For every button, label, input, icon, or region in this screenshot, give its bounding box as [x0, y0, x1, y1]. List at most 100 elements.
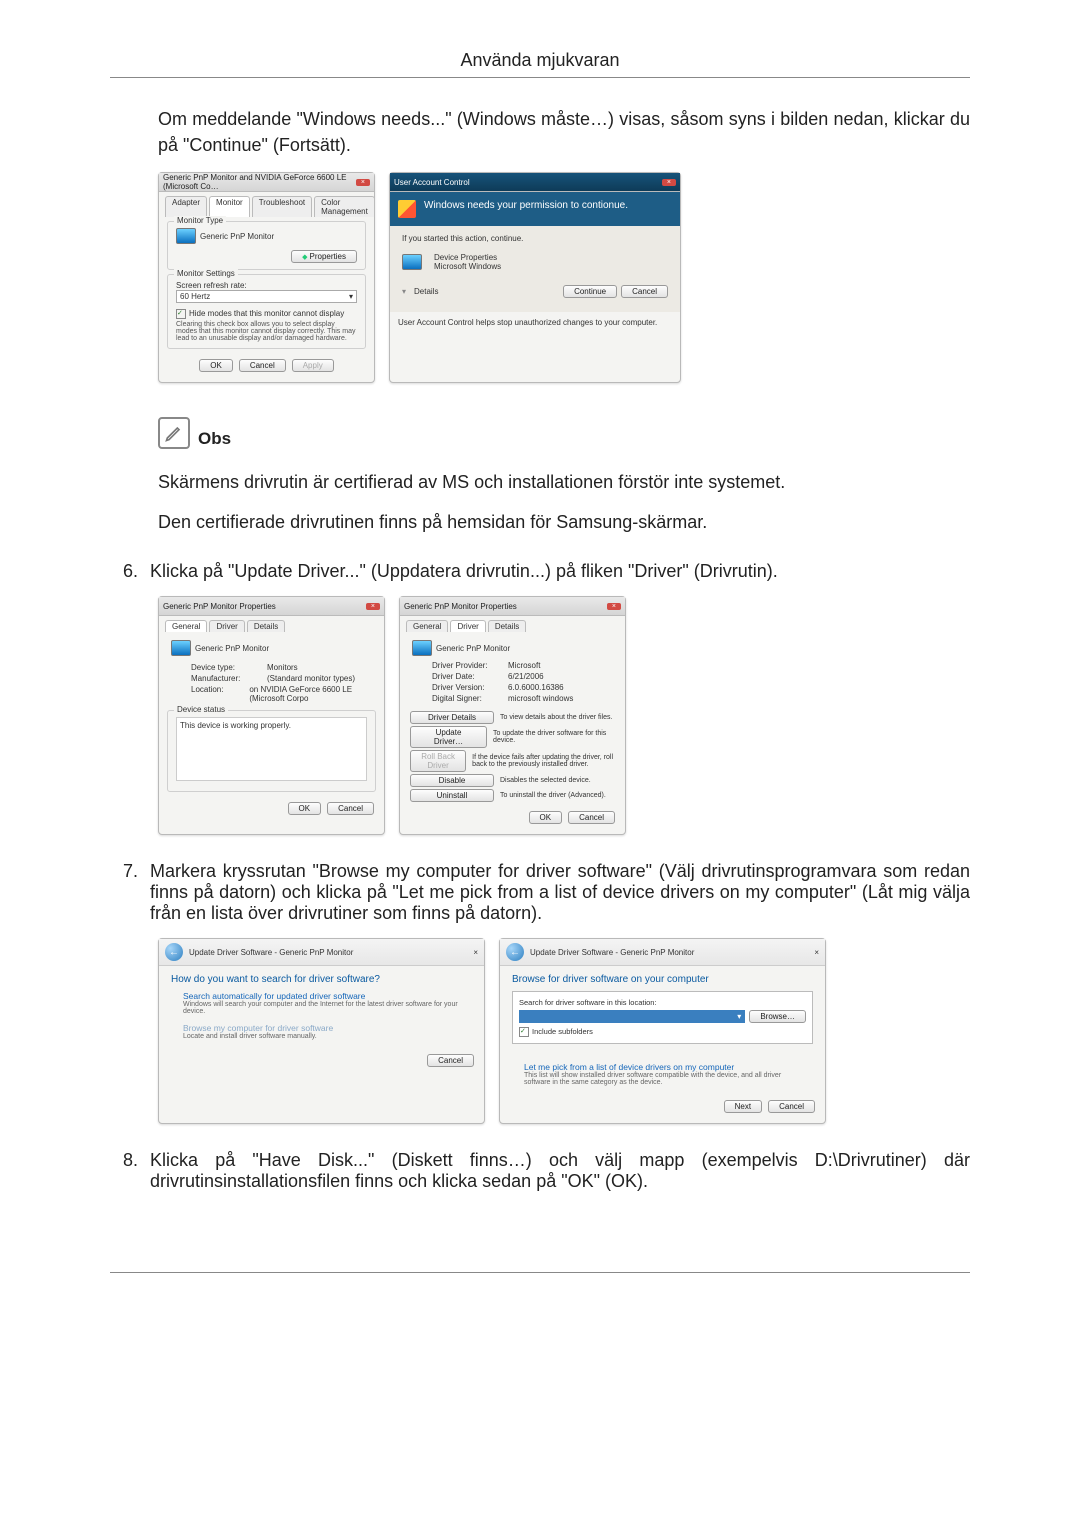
cancel-button[interactable]: Cancel: [327, 802, 374, 815]
tab-general[interactable]: General: [406, 620, 448, 632]
refresh-value: 60 Hertz: [180, 292, 210, 301]
monitor-name: Generic PnP Monitor: [195, 644, 269, 653]
tabs: Adapter Monitor Troubleshoot Color Manag…: [159, 192, 374, 217]
signer-v: microsoft windows: [508, 694, 573, 703]
driver-details-desc: To view details about the driver files.: [500, 714, 612, 721]
refresh-select[interactable]: 60 Hertz ▾: [176, 290, 357, 303]
version-k: Driver Version:: [432, 683, 502, 692]
browse-box: Search for driver software in this locat…: [512, 991, 813, 1044]
path-select[interactable]: ▾: [519, 1010, 745, 1023]
tab-color-management[interactable]: Color Management: [314, 196, 375, 217]
checkbox-icon[interactable]: ✓: [519, 1027, 529, 1037]
uninstall-button[interactable]: Uninstall: [410, 789, 494, 802]
uac-footer: User Account Control helps stop unauthor…: [390, 312, 680, 337]
properties-button[interactable]: Properties: [291, 250, 357, 263]
wizard-heading: Browse for driver software on your compu…: [512, 974, 813, 985]
back-button[interactable]: ←: [506, 943, 524, 961]
option-auto-title: Search automatically for updated driver …: [183, 991, 460, 1001]
step-7-text: Markera kryssrutan "Browse my computer f…: [150, 861, 970, 924]
program-icon: [402, 254, 422, 270]
refresh-label: Screen refresh rate:: [176, 281, 357, 290]
ok-button[interactable]: OK: [288, 802, 322, 815]
hide-modes-label: Hide modes that this monitor cannot disp…: [189, 309, 344, 319]
location-k: Location:: [191, 685, 243, 703]
apply-button[interactable]: Apply: [292, 359, 334, 372]
back-button[interactable]: ←: [165, 943, 183, 961]
disable-button[interactable]: Disable: [410, 774, 494, 787]
driver-details-button[interactable]: Driver Details: [410, 711, 494, 724]
cancel-button[interactable]: Cancel: [568, 811, 615, 824]
step-8: 8. Klicka på "Have Disk..." (Diskett fin…: [110, 1150, 970, 1192]
tab-details[interactable]: Details: [247, 620, 285, 632]
uac-header: Windows needs your permission to contion…: [390, 192, 680, 226]
uac-dialog: User Account Control × Windows needs you…: [389, 172, 681, 383]
close-icon[interactable]: ×: [662, 179, 676, 186]
uac-title: User Account Control: [394, 178, 470, 187]
shield-icon: [398, 200, 416, 218]
option-auto[interactable]: Search automatically for updated driver …: [183, 991, 460, 1015]
checkbox-icon[interactable]: ✓: [176, 309, 186, 319]
step-8-number: 8.: [110, 1150, 138, 1171]
uac-if-started: If you started this action, continue.: [402, 234, 668, 243]
close-icon[interactable]: ×: [607, 603, 621, 610]
monitor-name: Generic PnP Monitor: [436, 644, 510, 653]
include-sub-label: Include subfolders: [532, 1027, 593, 1037]
continue-button[interactable]: Continue: [563, 285, 617, 298]
cancel-button[interactable]: Cancel: [427, 1054, 474, 1067]
monitor-icon: [412, 640, 432, 656]
ok-button[interactable]: OK: [199, 359, 233, 372]
step-6-text: Klicka på "Update Driver..." (Uppdatera …: [150, 561, 970, 582]
dialog-title: Generic PnP Monitor and NVIDIA GeForce 6…: [163, 173, 356, 191]
cancel-button[interactable]: Cancel: [768, 1100, 815, 1113]
step-6-number: 6.: [110, 561, 138, 582]
date-v: 6/21/2006: [508, 672, 544, 681]
disable-desc: Disables the selected device.: [500, 777, 591, 784]
figure-row-1: Generic PnP Monitor and NVIDIA GeForce 6…: [158, 172, 970, 383]
step-7-number: 7.: [110, 861, 138, 882]
monitor-icon: [176, 228, 196, 244]
close-icon[interactable]: ×: [366, 603, 380, 610]
note-label: Obs: [198, 429, 231, 449]
close-icon[interactable]: ×: [814, 948, 819, 957]
tab-driver[interactable]: Driver: [209, 620, 244, 632]
hide-modes-desc: Clearing this check box allows you to se…: [176, 321, 357, 342]
update-driver-desc: To update the driver software for this d…: [493, 730, 615, 744]
step-7: 7. Markera kryssrutan "Browse my compute…: [110, 861, 970, 924]
chevron-down-icon[interactable]: ▾: [402, 287, 406, 296]
device-status-text: This device is working properly.: [176, 717, 367, 781]
browse-button[interactable]: Browse…: [749, 1010, 806, 1023]
uac-titlebar: User Account Control ×: [390, 173, 680, 192]
chevron-down-icon: ▾: [349, 292, 353, 301]
tab-troubleshoot[interactable]: Troubleshoot: [252, 196, 312, 217]
rollback-button[interactable]: Roll Back Driver: [410, 750, 466, 772]
dialog-title: Generic PnP Monitor Properties: [163, 602, 276, 611]
uac-headline: Windows needs your permission to contion…: [424, 200, 628, 218]
next-button[interactable]: Next: [724, 1100, 762, 1113]
option-browse[interactable]: Browse my computer for driver software L…: [183, 1023, 460, 1040]
device-type-v: Monitors: [267, 663, 298, 672]
tab-driver[interactable]: Driver: [450, 620, 485, 632]
cancel-button[interactable]: Cancel: [239, 359, 286, 372]
uac-prop: Device Properties: [434, 253, 501, 262]
ok-button[interactable]: OK: [529, 811, 563, 824]
rollback-desc: If the device fails after updating the d…: [472, 754, 615, 768]
monitor-icon: [171, 640, 191, 656]
step-6: 6. Klicka på "Update Driver..." (Uppdate…: [110, 561, 970, 582]
signer-k: Digital Signer:: [432, 694, 502, 703]
close-icon[interactable]: ×: [356, 179, 370, 186]
monitor-name: Generic PnP Monitor: [200, 232, 274, 241]
update-driver-button[interactable]: Update Driver…: [410, 726, 487, 748]
tab-adapter[interactable]: Adapter: [165, 196, 207, 217]
tab-general[interactable]: General: [165, 620, 207, 632]
tab-monitor[interactable]: Monitor: [209, 196, 250, 217]
manufacturer-v: (Standard monitor types): [267, 674, 355, 683]
option-auto-desc: Windows will search your computer and th…: [183, 1001, 460, 1015]
cancel-button[interactable]: Cancel: [621, 285, 668, 298]
dialog-title: Generic PnP Monitor Properties: [404, 602, 517, 611]
uac-details[interactable]: Details: [414, 287, 438, 296]
close-icon[interactable]: ×: [473, 948, 478, 957]
option-pick[interactable]: Let me pick from a list of device driver…: [524, 1062, 801, 1086]
date-k: Driver Date:: [432, 672, 502, 681]
tab-details[interactable]: Details: [488, 620, 526, 632]
intro-paragraph: Om meddelande "Windows needs..." (Window…: [158, 106, 970, 158]
